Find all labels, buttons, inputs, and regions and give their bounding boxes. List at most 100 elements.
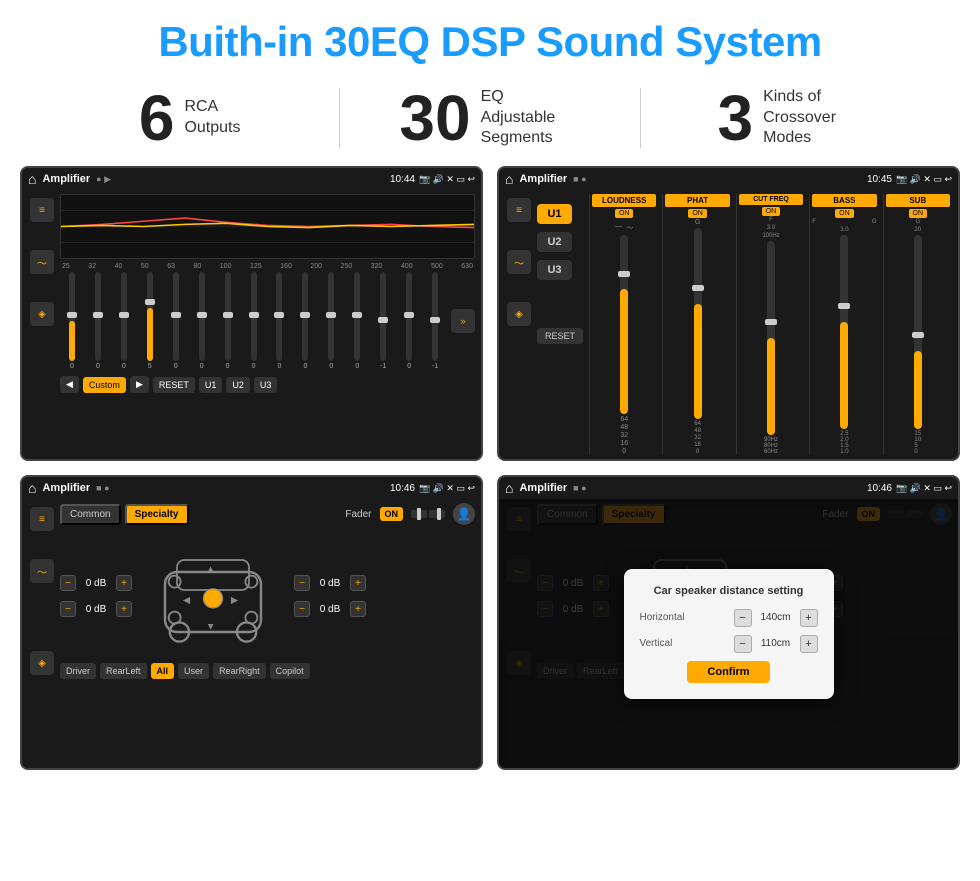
fader-right-volumes: − 0 dB + − 0 dB + [294, 572, 366, 620]
eq-icon-filter[interactable]: ≡ [30, 198, 54, 222]
stat-rca: 6 RCAOutputs [40, 86, 339, 150]
stat-label-crossover: Kinds ofCrossover Modes [763, 87, 863, 149]
ch-loudness-slider[interactable]: —〜 644832160 [592, 219, 656, 455]
eq-u2-btn[interactable]: U2 [226, 377, 250, 393]
ch-sub-slider[interactable]: G 20 151050 [886, 219, 950, 455]
eq-slider-4[interactable]: 0 [164, 272, 188, 370]
vol-control-fr: − 0 dB + [294, 575, 366, 591]
eq-preset-btn[interactable]: Custom [83, 377, 126, 393]
ch-cutfreq-header: CUT FREQ [739, 194, 803, 205]
dialog-title: Car speaker distance setting [640, 585, 818, 597]
fader-user-btn[interactable]: User [178, 663, 209, 679]
vol-plus-fl[interactable]: + [116, 575, 132, 591]
eq-slider-9[interactable]: 0 [293, 272, 317, 370]
fader-specialty-tab[interactable]: Specialty [125, 504, 189, 525]
dialog-vertical-plus[interactable]: + [800, 635, 818, 653]
fader-common-tab[interactable]: Common [60, 504, 121, 525]
fader-driver-btn[interactable]: Driver [60, 663, 96, 679]
vol-minus-rr[interactable]: − [294, 601, 310, 617]
crossover-speaker-icon[interactable]: ◈ [507, 302, 531, 326]
vol-plus-rr[interactable]: + [350, 601, 366, 617]
home-icon-4[interactable]: ⌂ [505, 480, 513, 496]
u1-btn[interactable]: U1 [537, 204, 572, 224]
eq-slider-1[interactable]: 0 [86, 272, 110, 370]
profile-icon-3[interactable]: 👤 [453, 503, 475, 525]
crossover-filter-icon[interactable]: ≡ [507, 198, 531, 222]
fader-label: Fader [345, 509, 371, 520]
ch-cutfreq-slider[interactable]: F 3.0 100Hz 90Hz80Hz60Hz [739, 217, 803, 455]
eq-reset-btn[interactable]: RESET [153, 377, 195, 393]
fader-all-btn[interactable]: All [151, 663, 175, 679]
stat-crossover: 3 Kinds ofCrossover Modes [641, 86, 940, 150]
eq-slider-10[interactable]: 0 [319, 272, 343, 370]
ch-bass-slider[interactable]: FG 3.0 2.52.01.51.0 [812, 219, 876, 455]
time-4: 10:46 [867, 483, 892, 494]
fader-wave-icon[interactable]: 〜 [30, 559, 54, 583]
u-buttons: U1 U2 U3 RESET [537, 194, 583, 455]
eq-slider-11[interactable]: 0 [345, 272, 369, 370]
home-icon-3[interactable]: ⌂ [28, 480, 36, 496]
eq-icon-speaker[interactable]: ◈ [30, 302, 54, 326]
vol-minus-rl[interactable]: − [60, 601, 76, 617]
car-diagram: ▲ ▼ ◀ ▶ [138, 531, 288, 661]
eq-icon-wave[interactable]: 〜 [30, 250, 54, 274]
fader-copilot-btn[interactable]: Copilot [270, 663, 310, 679]
u2-btn[interactable]: U2 [537, 232, 572, 252]
crossover-screen: ≡ 〜 ◈ U1 U2 U3 RESET LOUDNESS [499, 190, 958, 459]
fader-tabs: Common Specialty Fader ON 👤 [60, 503, 475, 525]
eq-play-btn[interactable]: ▶ [130, 376, 149, 393]
fader-main: Common Specialty Fader ON 👤 [60, 503, 475, 764]
fader-on-badge[interactable]: ON [380, 507, 404, 521]
eq-slider-0[interactable]: 0 [60, 272, 84, 370]
fader-speaker-icon[interactable]: ◈ [30, 651, 54, 675]
eq-slider-3[interactable]: 5 [138, 272, 162, 370]
fader-rearright-btn[interactable]: RearRight [213, 663, 266, 679]
eq-prev-btn[interactable]: ◀ [60, 376, 79, 393]
vol-plus-fr[interactable]: + [350, 575, 366, 591]
vol-control-rl: − 0 dB + [60, 601, 132, 617]
vol-minus-fr[interactable]: − [294, 575, 310, 591]
eq-slider-13[interactable]: 0 [397, 272, 421, 370]
ch-sub-on[interactable]: ON [909, 209, 928, 218]
eq-freq-labels: 253240506380100125160200250320400500630 [60, 263, 475, 270]
dialog-confirm-btn[interactable]: Confirm [687, 661, 769, 683]
ch-phat-slider[interactable]: G 644832160 [665, 219, 729, 455]
dialog-horizontal-minus[interactable]: − [734, 609, 752, 627]
dialog-vertical-minus[interactable]: − [734, 635, 752, 653]
screen-fader-dialog: ⌂ Amplifier ■ ● 10:46 📷 🔊 ✕ ▭ ↩ ≡ 〜 ◈ Co… [497, 475, 960, 770]
fader-filter-icon[interactable]: ≡ [30, 507, 54, 531]
eq-main: 253240506380100125160200250320400500630 … [60, 194, 475, 455]
eq-slider-5[interactable]: 0 [190, 272, 214, 370]
vol-plus-rl[interactable]: + [116, 601, 132, 617]
status-bar-3: ⌂ Amplifier ■ ● 10:46 📷 🔊 ✕ ▭ ↩ [22, 477, 481, 499]
eq-sliders-row: 0 0 0 5 [60, 272, 475, 372]
ch-bass-on[interactable]: ON [835, 209, 854, 218]
vol-minus-fl[interactable]: − [60, 575, 76, 591]
status-bar-1: ⌂ Amplifier ● ▶ 10:44 📷 🔊 ✕ ▭ ↩ [22, 168, 481, 190]
status-bar-2: ⌂ Amplifier ■ ● 10:45 📷 🔊 ✕ ▭ ↩ [499, 168, 958, 190]
u3-btn[interactable]: U3 [537, 260, 572, 280]
fader-rearleft-btn[interactable]: RearLeft [100, 663, 147, 679]
crossover-reset-btn[interactable]: RESET [537, 328, 583, 344]
home-icon-2[interactable]: ⌂ [505, 171, 513, 187]
eq-slider-6[interactable]: 0 [216, 272, 240, 370]
eq-u1-btn[interactable]: U1 [199, 377, 223, 393]
ch-phat-on[interactable]: ON [688, 209, 707, 218]
crossover-wave-icon[interactable]: 〜 [507, 250, 531, 274]
ch-phat-header: PHAT [665, 194, 729, 207]
eq-slider-8[interactable]: 0 [268, 272, 292, 370]
eq-u3-btn[interactable]: U3 [254, 377, 278, 393]
eq-slider-7[interactable]: 0 [242, 272, 266, 370]
eq-screen: ≡ 〜 ◈ [22, 190, 481, 459]
ch-loudness-on[interactable]: ON [615, 209, 634, 218]
eq-slider-2[interactable]: 0 [112, 272, 136, 370]
home-icon-1[interactable]: ⌂ [28, 171, 36, 187]
ch-cutfreq-on[interactable]: ON [762, 207, 781, 216]
eq-slider-14[interactable]: -1 [423, 272, 447, 370]
eq-expand-icon[interactable]: » [451, 309, 475, 333]
dialog-horizontal-label: Horizontal [640, 612, 728, 623]
channel-sub: SUB ON G 20 151050 [883, 194, 952, 455]
crossover-channels: LOUDNESS ON —〜 644832160 [589, 194, 952, 455]
eq-slider-12[interactable]: -1 [371, 272, 395, 370]
dialog-horizontal-plus[interactable]: + [800, 609, 818, 627]
